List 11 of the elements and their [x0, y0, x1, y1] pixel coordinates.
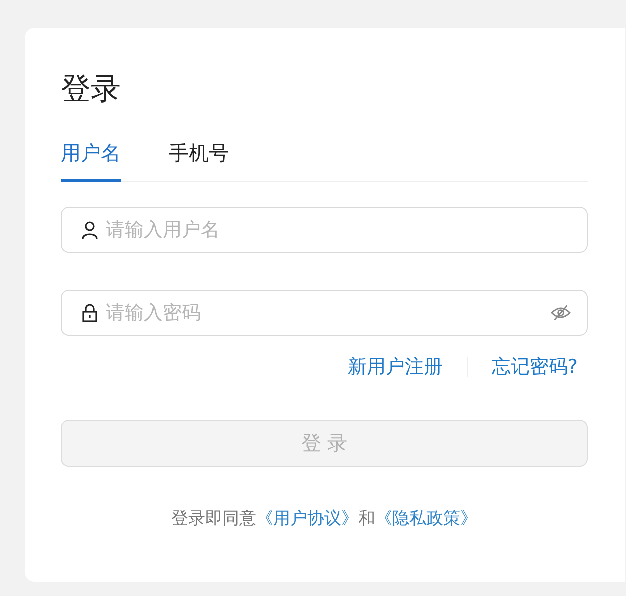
input-field[interactable]: 请输入用户名 — [61, 207, 588, 253]
agreement-link[interactable]: 《隐私政策》 — [376, 509, 478, 529]
hidden-eye-icon[interactable] — [550, 304, 572, 322]
login-title: 登录 — [61, 71, 122, 109]
tab[interactable]: 用户名 — [61, 140, 121, 182]
text-link[interactable]: 新用户注册 — [348, 354, 443, 380]
agreement-link[interactable]: 《用户协议》 — [256, 509, 358, 529]
text-link[interactable]: 忘记密码? — [492, 354, 578, 380]
input-field[interactable]: 请输入密码 — [61, 290, 588, 336]
agreement-text: 登录即同意《用户协议》和《隐私政策》 — [170, 508, 478, 530]
tab[interactable]: 手机号 — [169, 140, 229, 182]
